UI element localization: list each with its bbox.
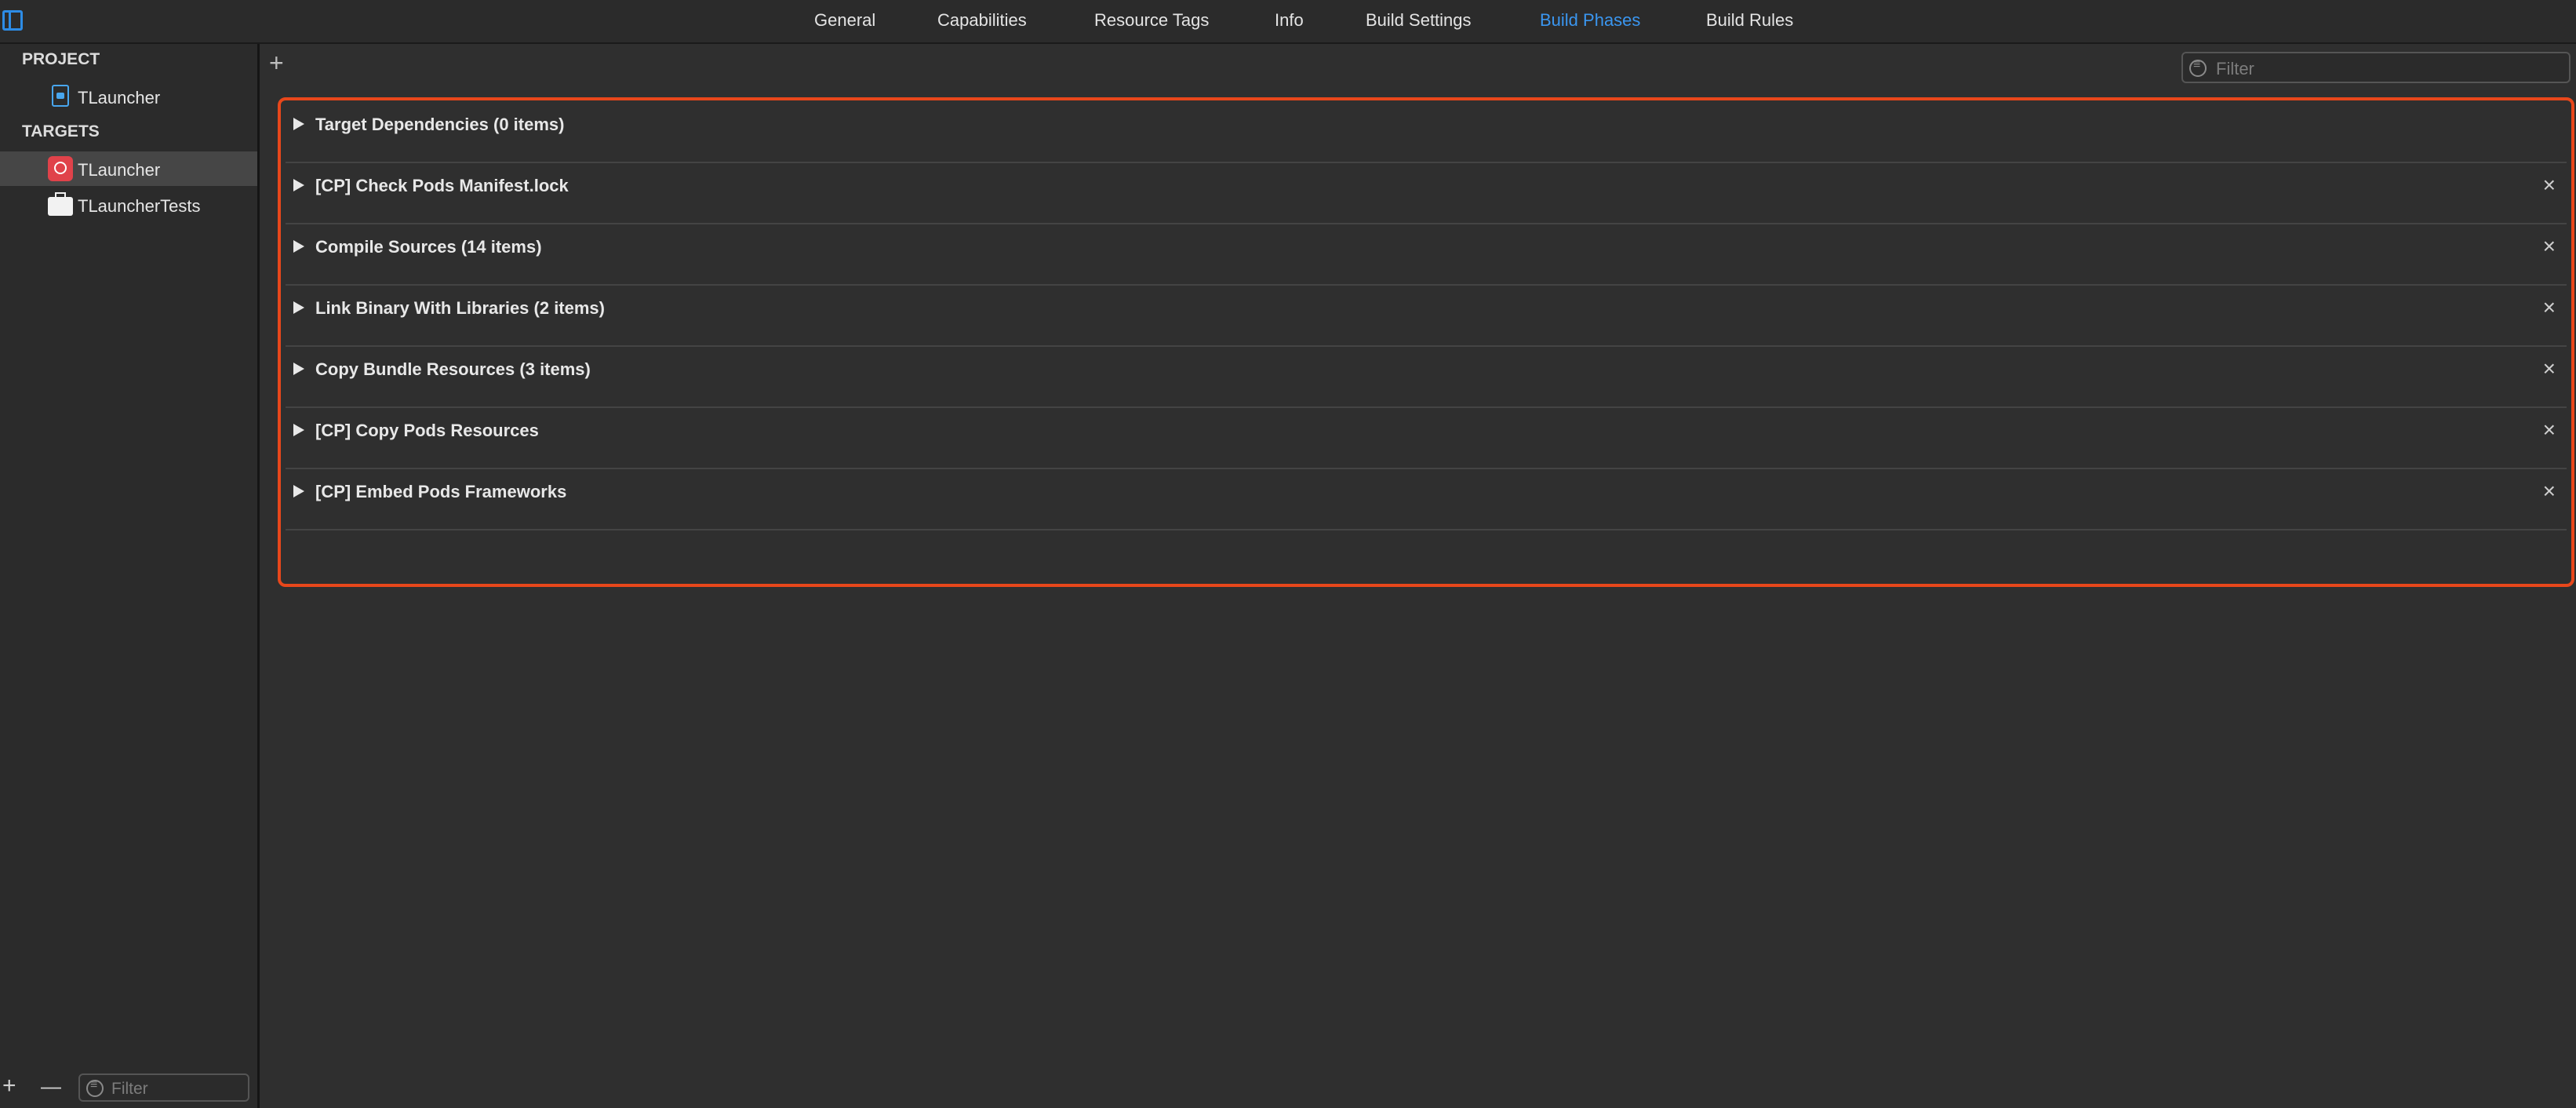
add-build-phase-button[interactable]: + <box>269 50 284 75</box>
disclosure-triangle-icon[interactable] <box>293 424 304 436</box>
build-phase-row[interactable]: [CP] Copy Pods Resources × <box>286 406 2567 469</box>
editor-tab-bar: General Capabilities Resource Tags Info … <box>0 0 2576 44</box>
build-phase-row[interactable]: Compile Sources (14 items) × <box>286 223 2567 286</box>
build-phase-row[interactable]: Copy Bundle Resources (3 items) × <box>286 345 2567 408</box>
phases-filter-placeholder: Filter <box>2216 59 2254 78</box>
tab-build-phases[interactable]: Build Phases <box>1540 10 1640 31</box>
sidebar-filter-field[interactable]: Filter <box>78 1073 249 1102</box>
targets-sidebar: PROJECT TLauncher TARGETS TLauncher TLau… <box>0 44 260 1108</box>
tab-general[interactable]: General <box>814 10 875 31</box>
navigator-toggle-icon[interactable] <box>2 10 23 31</box>
disclosure-triangle-icon[interactable] <box>293 240 304 253</box>
sidebar-item-target-tlauncher[interactable]: TLauncher <box>0 151 257 186</box>
delete-phase-close-icon[interactable]: × <box>2543 295 2556 320</box>
disclosure-triangle-icon[interactable] <box>293 179 304 191</box>
disclosure-triangle-icon[interactable] <box>293 118 304 130</box>
build-phase-title: Link Binary With Libraries (2 items) <box>315 298 605 318</box>
project-section-header: PROJECT <box>22 50 100 68</box>
build-phase-row[interactable]: [CP] Embed Pods Frameworks × <box>286 468 2567 530</box>
test-bundle-icon <box>48 192 73 216</box>
build-phase-title: Target Dependencies (0 items) <box>315 115 565 134</box>
tab-build-rules[interactable]: Build Rules <box>1706 10 1793 31</box>
build-phase-row[interactable]: Target Dependencies (0 items) <box>286 100 2567 163</box>
project-file-icon <box>52 85 69 107</box>
sidebar-item-project[interactable]: TLauncher <box>0 79 257 114</box>
phases-filter-field[interactable]: Filter <box>2181 52 2571 83</box>
delete-phase-close-icon[interactable]: × <box>2543 173 2556 198</box>
build-phase-title: [CP] Copy Pods Resources <box>315 421 539 440</box>
tab-capabilities[interactable]: Capabilities <box>937 10 1027 31</box>
sidebar-item-label: TLauncher <box>78 160 161 180</box>
remove-target-button[interactable]: — <box>41 1074 61 1098</box>
app-target-icon <box>48 156 73 181</box>
add-target-button[interactable]: + <box>2 1074 16 1098</box>
disclosure-triangle-icon[interactable] <box>293 363 304 375</box>
build-phases-editor: + Filter Target Dependencies (0 items) [… <box>260 44 2576 1108</box>
tab-resource-tags[interactable]: Resource Tags <box>1094 10 1209 31</box>
build-phase-row[interactable]: [CP] Check Pods Manifest.lock × <box>286 162 2567 224</box>
tab-build-settings[interactable]: Build Settings <box>1366 10 1472 31</box>
targets-section-header: TARGETS <box>22 122 100 140</box>
build-phases-list: Target Dependencies (0 items) [CP] Check… <box>278 97 2574 587</box>
sidebar-item-label: TLauncherTests <box>78 196 201 216</box>
build-phase-title: Copy Bundle Resources (3 items) <box>315 359 591 379</box>
sidebar-item-target-tests[interactable]: TLauncherTests <box>0 188 257 222</box>
delete-phase-close-icon[interactable]: × <box>2543 356 2556 381</box>
delete-phase-close-icon[interactable]: × <box>2543 234 2556 259</box>
tab-info[interactable]: Info <box>1275 10 1304 31</box>
sidebar-item-label: TLauncher <box>78 88 161 108</box>
filter-icon <box>86 1078 104 1097</box>
build-phase-row[interactable]: Link Binary With Libraries (2 items) × <box>286 284 2567 347</box>
disclosure-triangle-icon[interactable] <box>293 485 304 498</box>
build-phase-title: [CP] Check Pods Manifest.lock <box>315 176 569 195</box>
sidebar-bottom-bar: + — Filter <box>0 1069 257 1108</box>
filter-icon <box>2189 58 2207 77</box>
disclosure-triangle-icon[interactable] <box>293 301 304 314</box>
build-phase-title: Compile Sources (14 items) <box>315 237 542 257</box>
sidebar-filter-placeholder: Filter <box>111 1080 148 1098</box>
delete-phase-close-icon[interactable]: × <box>2543 479 2556 504</box>
build-phase-title: [CP] Embed Pods Frameworks <box>315 482 567 501</box>
delete-phase-close-icon[interactable]: × <box>2543 417 2556 443</box>
